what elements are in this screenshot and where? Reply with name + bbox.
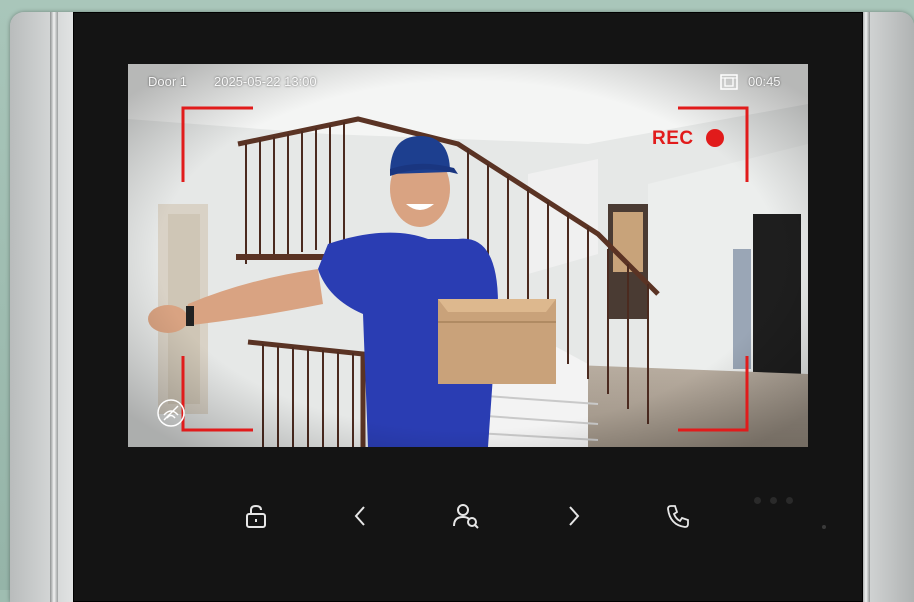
speaker-dot xyxy=(786,497,793,504)
next-button[interactable] xyxy=(558,500,590,532)
chevron-left-icon xyxy=(354,506,365,526)
camera-view: Door 1 2025-05-22 13:00 00:45 REC xyxy=(128,64,808,447)
signal-icon xyxy=(156,398,186,428)
chevron-right-icon xyxy=(569,506,580,526)
microphone-hole xyxy=(822,525,826,529)
focus-brackets xyxy=(181,106,749,432)
speaker-dot xyxy=(770,497,777,504)
unlock-button[interactable] xyxy=(240,500,272,532)
call-button[interactable] xyxy=(662,500,694,532)
speaker-dot xyxy=(754,497,761,504)
rec-label: REC xyxy=(652,128,694,149)
user-search-icon xyxy=(453,504,479,529)
lock-icon xyxy=(246,504,266,528)
phone-icon xyxy=(667,505,689,528)
previous-button[interactable] xyxy=(344,500,376,532)
rec-indicator xyxy=(706,129,724,147)
search-user-button[interactable] xyxy=(450,500,482,532)
